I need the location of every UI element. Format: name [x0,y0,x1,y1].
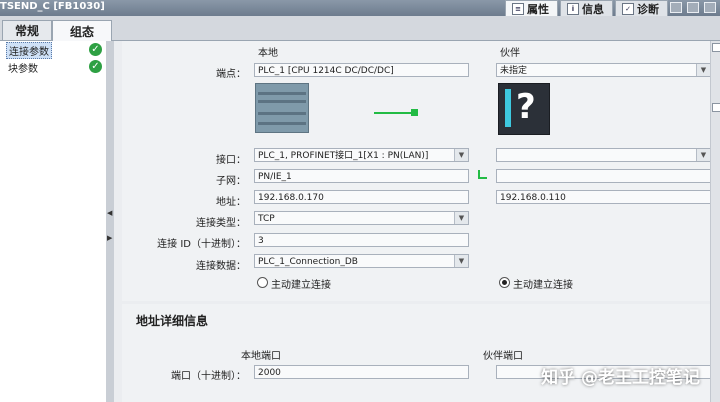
close-panel-icon[interactable] [704,2,716,13]
nav-item-label: 连接参数 [6,41,52,59]
vertical-scrollbar[interactable] [710,41,720,402]
active-local-radio[interactable] [257,277,268,288]
chevron-down-icon: ▼ [696,149,710,161]
plc-device-image [255,83,309,133]
local-port-header: 本地端口 [241,351,281,362]
title-bar: TSEND_C [FB1030] ≡ 属性 i 信息 ✓ 诊断 [0,0,720,16]
chevron-down-icon: ▼ [454,212,468,224]
diagnostics-icon: ✓ [622,2,634,15]
subnet-local-field[interactable]: PN/IE_1 [254,169,469,183]
properties-icon: ≡ [512,2,524,15]
restore-icon[interactable] [670,2,682,13]
local-port-value: 2000 [258,368,281,378]
sub-tab-bar: 常规 组态 [0,18,720,41]
chevron-down-icon: ▼ [454,255,468,267]
address-label: 地址： [216,197,246,208]
endpoint-local-field[interactable]: PLC_1 [CPU 1214C DC/DC/DC] [254,63,469,77]
maximize-icon[interactable] [687,2,699,13]
endpoint-label: 端点： [216,69,246,80]
content-area: 本地 伙伴 端点： PLC_1 [CPU 1214C DC/DC/DC] 未指定… [114,41,712,402]
tab-info-label: 信息 [582,2,604,16]
tab-properties[interactable]: ≡ 属性 [505,0,558,16]
splitter[interactable]: ◀ ▶ [106,41,114,402]
subnet-local-value: PN/IE_1 [258,172,292,182]
interface-partner-select[interactable]: ▼ [496,148,711,162]
endpoint-partner-select[interactable]: 未指定 ▼ [496,63,711,77]
address-detail-title: 地址详细信息 [136,314,209,328]
connection-form: 本地 伙伴 端点： PLC_1 [CPU 1214C DC/DC/DC] 未指定… [122,41,712,301]
active-partner-label: 主动建立连接 [513,280,573,291]
check-icon: ✓ [89,43,102,56]
conn-id-label: 连接 ID（十进制）： [157,239,246,250]
address-partner-value: 192.168.0.110 [500,193,566,203]
interface-local-select[interactable]: PLC_1, PROFINET接口_1[X1 : PN(LAN)] ▼ [254,148,469,162]
conn-data-select[interactable]: PLC_1_Connection_DB ▼ [254,254,469,268]
address-local-field[interactable]: 192.168.0.170 [254,190,469,204]
local-port-field[interactable]: 2000 [254,365,469,379]
tab-general[interactable]: 常规 [2,20,52,40]
nav-item-connection-params[interactable]: 连接参数 ✓ [6,41,102,59]
active-local-label: 主动建立连接 [271,280,331,291]
endpoint-local-value: PLC_1 [CPU 1214C DC/DC/DC] [258,66,394,76]
scroll-up-icon[interactable] [712,43,720,52]
connection-line [374,112,414,114]
tab-info[interactable]: i 信息 [560,0,613,16]
info-icon: i [567,2,579,15]
tab-diagnostics[interactable]: ✓ 诊断 [615,0,668,16]
left-nav: 连接参数 ✓ 块参数 ✓ [0,41,107,402]
subnet-partner-field[interactable] [496,169,711,183]
check-icon: ✓ [89,60,102,73]
conn-data-label: 连接数据： [196,261,246,272]
tab-configuration[interactable]: 组态 [52,20,112,41]
expand-right-icon[interactable]: ▶ [107,234,112,242]
conn-type-label: 连接类型： [196,218,246,229]
col-local-header: 本地 [258,48,278,59]
conn-data-value: PLC_1_Connection_DB [258,257,358,267]
address-partner-field[interactable]: 192.168.0.110 [496,190,711,204]
conn-id-field[interactable]: 3 [254,233,469,247]
active-partner-radio[interactable] [499,277,510,288]
scroll-thumb[interactable] [712,103,720,112]
conn-type-select[interactable]: TCP ▼ [254,211,469,225]
watermark: 知乎 @老王工控笔记 [541,368,700,388]
chevron-down-icon: ▼ [454,149,468,161]
interface-local-value: PLC_1, PROFINET接口_1[X1 : PN(LAN)] [258,151,429,161]
conn-id-value: 3 [258,236,264,246]
chevron-down-icon: ▼ [696,64,710,76]
endpoint-partner-value: 未指定 [500,66,528,76]
window-buttons [670,2,716,13]
inspector-tabs: ≡ 属性 i 信息 ✓ 诊断 [505,0,668,16]
conn-type-value: TCP [258,214,275,224]
partner-port-header: 伙伴端口 [483,351,523,362]
interface-label: 接口： [216,155,246,166]
subnet-label: 子网： [216,176,246,187]
tab-properties-label: 属性 [527,2,549,16]
tab-diagnostics-label: 诊断 [637,2,659,16]
unknown-device-image: ? [498,83,550,135]
window-title: TSEND_C [FB1030] [0,1,105,12]
col-partner-header: 伙伴 [500,48,520,59]
collapse-left-icon[interactable]: ◀ [107,209,112,217]
connection-port-icon [411,109,418,116]
subnet-link-icon [478,170,487,179]
nav-item-label: 块参数 [8,63,38,75]
nav-item-block-params[interactable]: 块参数 ✓ [6,60,102,75]
address-local-value: 192.168.0.170 [258,193,324,203]
port-label: 端口（十进制）： [171,371,246,382]
